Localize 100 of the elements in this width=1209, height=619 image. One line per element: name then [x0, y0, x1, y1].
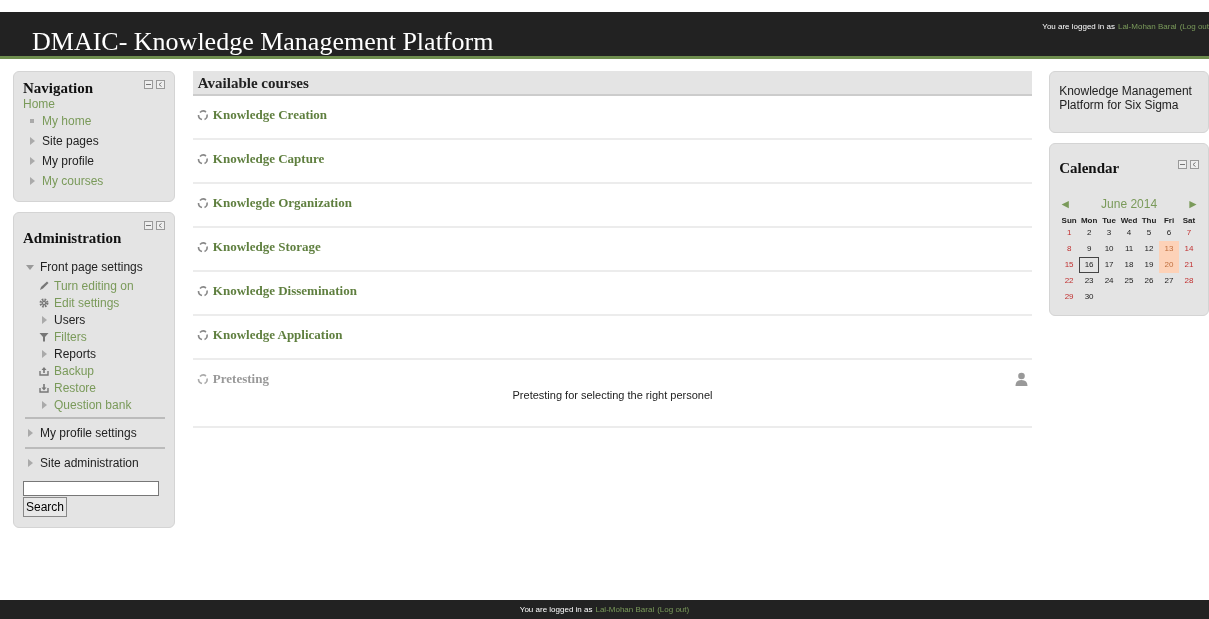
course-link[interactable]: Knowledge Capture [196, 151, 325, 167]
calendar-day: 28 [1179, 273, 1199, 289]
weekday-label: Fri [1162, 216, 1176, 225]
course-link[interactable]: Knowledge Storage [196, 239, 321, 255]
tree-item[interactable]: My home [42, 114, 92, 128]
calendar-day: 16 [1079, 257, 1100, 273]
triangle-icon [39, 314, 49, 325]
logout-link[interactable]: (Log out [1179, 22, 1209, 31]
tree-item[interactable]: My courses [42, 174, 104, 188]
calendar-day: 22 [1059, 273, 1080, 289]
calendar-day: 12 [1139, 241, 1160, 257]
filter-icon [39, 331, 49, 342]
course-icon [196, 153, 209, 165]
weekday-label: Sat [1181, 216, 1197, 225]
tree-item[interactable]: Question bank [54, 397, 132, 412]
calendar-day: 11 [1119, 241, 1140, 257]
calendar-day: 2 [1079, 225, 1100, 241]
weekday-label: Sun [1060, 216, 1078, 225]
calendar-day: 24 [1099, 273, 1120, 289]
course-summary: Pretesting for selecting the right personel [511, 389, 714, 403]
calendar-day: 14 [1179, 241, 1199, 257]
weekday-label: Tue [1101, 216, 1117, 225]
tree-item[interactable]: Edit settings [54, 295, 120, 310]
course-icon [196, 329, 209, 341]
calendar-day: 9 [1079, 241, 1100, 257]
tree-item[interactable]: Site pages [42, 134, 99, 148]
search-button[interactable]: Search [23, 497, 68, 517]
calendar-day: 30 [1079, 289, 1100, 305]
login-text: You are logged in as [519, 605, 593, 614]
course-icon [196, 241, 209, 253]
calendar-day: 7 [1179, 225, 1199, 241]
tree-item[interactable]: My profile [42, 154, 94, 168]
calendar-day: 3 [1099, 225, 1120, 241]
calendar-day: 17 [1099, 257, 1120, 273]
calendar-day: 4 [1119, 225, 1140, 241]
gear-icon [39, 297, 49, 308]
triangle-icon [39, 399, 49, 410]
course-link[interactable]: Pretesting [196, 371, 269, 387]
calendar-day[interactable]: 13 [1159, 241, 1179, 257]
weekday-label: Thu [1140, 216, 1158, 225]
pencil-icon [39, 280, 49, 291]
calendar-day: 21 [1179, 257, 1199, 273]
tree-item[interactable]: Users [54, 312, 86, 327]
tree-item[interactable]: Restore [54, 380, 97, 395]
bullet-icon [27, 116, 37, 126]
tree-item[interactable]: Front page settings [40, 260, 143, 274]
collapse-icon [143, 80, 153, 89]
course-link[interactable]: Knowledge Creation [196, 107, 328, 123]
person-icon [1015, 372, 1029, 386]
calendar-day: 18 [1119, 257, 1140, 273]
tree-item[interactable]: Filters [54, 329, 87, 344]
about-text: Knowledge Management Platform for Six Sigma [1059, 84, 1192, 112]
calendar-day: 25 [1119, 273, 1140, 289]
upload-icon [39, 365, 49, 376]
calendar-day: 8 [1059, 241, 1080, 257]
login-text: You are logged in as [1042, 22, 1115, 31]
course-link[interactable]: Knowledge Application [196, 327, 343, 343]
calendar-day: 1 [1059, 225, 1080, 241]
collapse-icon [143, 221, 153, 230]
section-heading: Available courses [192, 71, 1033, 96]
weekday-label: Mon [1079, 216, 1099, 225]
block-title: Navigation [23, 80, 93, 97]
tree-item[interactable]: Site administration [40, 456, 139, 470]
logout-link[interactable]: (Log out) [657, 605, 690, 614]
weekday-label: Wed [1119, 216, 1139, 225]
dock-icon [1190, 160, 1199, 169]
dock-icon [155, 80, 165, 89]
tree-item[interactable]: Backup [54, 363, 95, 378]
calendar-day[interactable]: 20 [1159, 257, 1179, 273]
calendar-day: 19 [1139, 257, 1160, 273]
calendar-day: 29 [1059, 289, 1080, 305]
search-field[interactable] [23, 481, 159, 496]
home-link[interactable]: Home [23, 97, 55, 111]
site-title: DMAIC- Knowledge Management Platform [32, 27, 494, 57]
course-icon [196, 197, 209, 209]
calendar-day: 5 [1139, 225, 1160, 241]
month-link[interactable]: June 2014 [1101, 197, 1158, 211]
course-link[interactable]: Knowlegde Organization [196, 195, 352, 211]
calendar-day: 15 [1059, 257, 1080, 273]
course-icon [196, 373, 209, 385]
user-link[interactable]: Lal-Mohan Baral [1117, 22, 1177, 31]
course-icon [196, 109, 209, 121]
tree-item[interactable]: Reports [54, 346, 97, 361]
dock-icon [155, 221, 165, 230]
collapse-icon [1178, 160, 1187, 169]
calendar-day: 27 [1159, 273, 1179, 289]
calendar-day: 23 [1079, 273, 1100, 289]
block-title: Administration [23, 230, 123, 247]
calendar-day: 6 [1159, 225, 1179, 241]
tree-item[interactable]: My profile settings [40, 426, 137, 440]
calendar-day: 10 [1099, 241, 1120, 257]
course-link[interactable]: Knowledge Dissemination [196, 283, 357, 299]
user-link[interactable]: Lal-Mohan Baral [595, 605, 655, 614]
calendar-day: 26 [1139, 273, 1160, 289]
previous-month-link[interactable]: ◄ [1059, 197, 1072, 211]
next-month-link[interactable]: ► [1187, 197, 1199, 211]
download-icon [39, 382, 49, 393]
block-title: Calendar [1059, 160, 1120, 177]
tree-item[interactable]: Turn editing on [54, 278, 134, 293]
course-icon [196, 285, 209, 297]
